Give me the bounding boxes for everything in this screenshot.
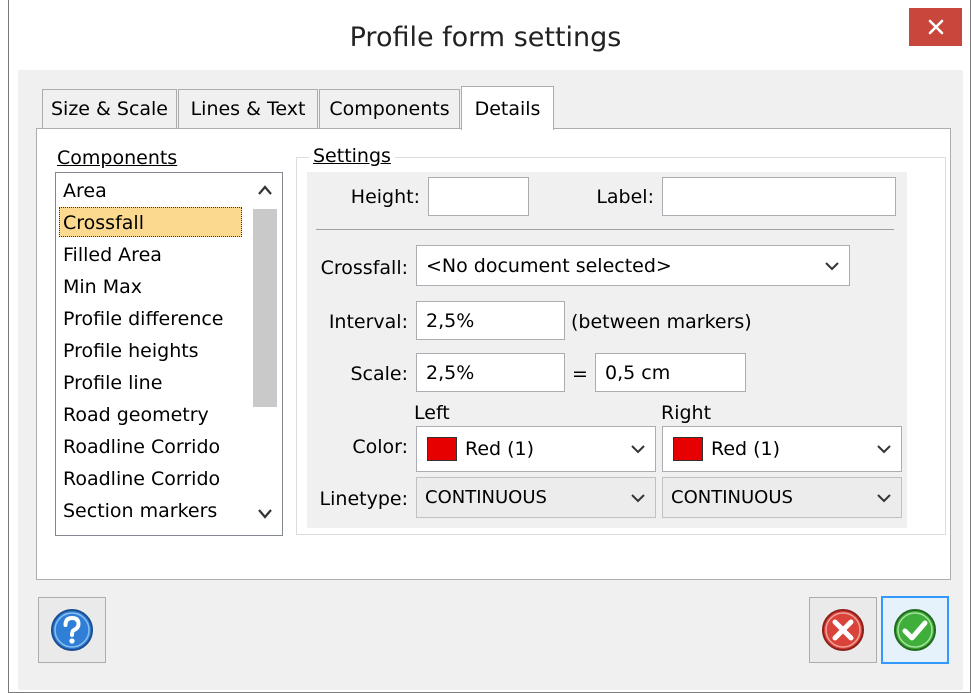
label-input[interactable]: [662, 177, 896, 216]
height-label: Height:: [350, 186, 420, 208]
height-input[interactable]: [428, 177, 529, 216]
color-label: Color:: [352, 436, 408, 458]
list-item-profile-line[interactable]: Profile line: [63, 368, 162, 398]
tab-lines-text[interactable]: Lines & Text: [178, 89, 318, 128]
right-color-dropdown[interactable]: Red (1): [662, 426, 902, 472]
scale-cm-value: 0,5 cm: [605, 361, 671, 384]
tab-details-label: Details: [474, 97, 541, 120]
ok-button[interactable]: [881, 596, 949, 664]
list-item-min-max[interactable]: Min Max: [63, 272, 142, 302]
chevron-down-icon: [825, 261, 839, 270]
scale-value: 2,5%: [426, 361, 475, 384]
help-icon: [51, 609, 93, 651]
cancel-icon: [822, 609, 864, 651]
ok-icon: [894, 609, 936, 651]
interval-value: 2,5%: [426, 309, 475, 332]
chevron-down-icon: [877, 445, 891, 454]
list-item-filled-area[interactable]: Filled Area: [63, 240, 162, 270]
left-header: Left: [414, 402, 450, 424]
interval-input[interactable]: 2,5%: [416, 301, 565, 340]
chevron-down-icon: [877, 493, 891, 502]
tab-lines-text-label: Lines & Text: [190, 98, 306, 120]
left-color-dropdown[interactable]: Red (1): [416, 426, 656, 472]
left-color-value: Red (1): [465, 438, 535, 460]
tab-size-scale-label: Size & Scale: [50, 98, 168, 120]
list-item-crossfall[interactable]: Crossfall: [63, 208, 144, 238]
components-label: Components: [57, 147, 178, 169]
cancel-button[interactable]: [809, 597, 877, 663]
linetype-label: Linetype:: [319, 488, 408, 510]
label-label: Label:: [596, 186, 654, 208]
crossfall-value: <No document selected>: [426, 254, 672, 277]
right-color-value: Red (1): [711, 438, 781, 460]
list-item-section-markers[interactable]: Section markers: [63, 496, 217, 526]
list-item-profile-difference[interactable]: Profile difference: [63, 304, 224, 334]
left-color-swatch: [427, 437, 457, 461]
scroll-up-arrow-icon[interactable]: [256, 183, 274, 197]
list-item-road-geometry[interactable]: Road geometry: [63, 400, 209, 430]
chevron-down-icon: [631, 445, 645, 454]
tab-details[interactable]: Details: [461, 86, 554, 130]
settings-panel: [307, 172, 907, 528]
separator-line: [316, 229, 894, 230]
scroll-down-arrow-icon[interactable]: [256, 507, 274, 521]
crossfall-label: Crossfall:: [320, 257, 408, 279]
right-linetype-value: CONTINUOUS: [671, 487, 793, 508]
list-scrollbar[interactable]: [247, 173, 282, 535]
equals-sign: =: [572, 363, 588, 385]
chevron-down-icon: [631, 493, 645, 502]
right-linetype-dropdown[interactable]: CONTINUOUS: [662, 477, 902, 518]
list-item-profile-heights[interactable]: Profile heights: [63, 336, 199, 366]
settings-label: Settings: [309, 145, 395, 167]
interval-label: Interval:: [328, 311, 408, 333]
close-button[interactable]: [909, 8, 962, 46]
components-listbox[interactable]: Area Crossfall Filled Area Min Max Profi…: [55, 172, 283, 536]
close-icon: [928, 19, 943, 35]
help-button[interactable]: [38, 597, 106, 663]
scrollbar-thumb[interactable]: [253, 209, 277, 407]
right-header: Right: [661, 402, 712, 424]
list-item-area[interactable]: Area: [63, 176, 107, 206]
tab-components-label: Components: [329, 98, 450, 120]
tab-components[interactable]: Components: [319, 89, 460, 128]
scale-cm-input[interactable]: 0,5 cm: [595, 353, 746, 392]
interval-note: (between markers): [571, 311, 752, 333]
scale-label: Scale:: [350, 363, 408, 385]
right-color-swatch: [673, 437, 703, 461]
crossfall-dropdown[interactable]: <No document selected>: [416, 245, 850, 286]
scale-input[interactable]: 2,5%: [416, 353, 565, 392]
tab-size-scale[interactable]: Size & Scale: [42, 89, 177, 128]
left-linetype-dropdown[interactable]: CONTINUOUS: [416, 477, 656, 518]
list-item-roadline-corrido-1[interactable]: Roadline Corrido: [63, 432, 220, 462]
window-title: Profile form settings: [349, 22, 622, 53]
left-linetype-value: CONTINUOUS: [425, 487, 547, 508]
list-item-roadline-corrido-2[interactable]: Roadline Corrido: [63, 464, 220, 494]
